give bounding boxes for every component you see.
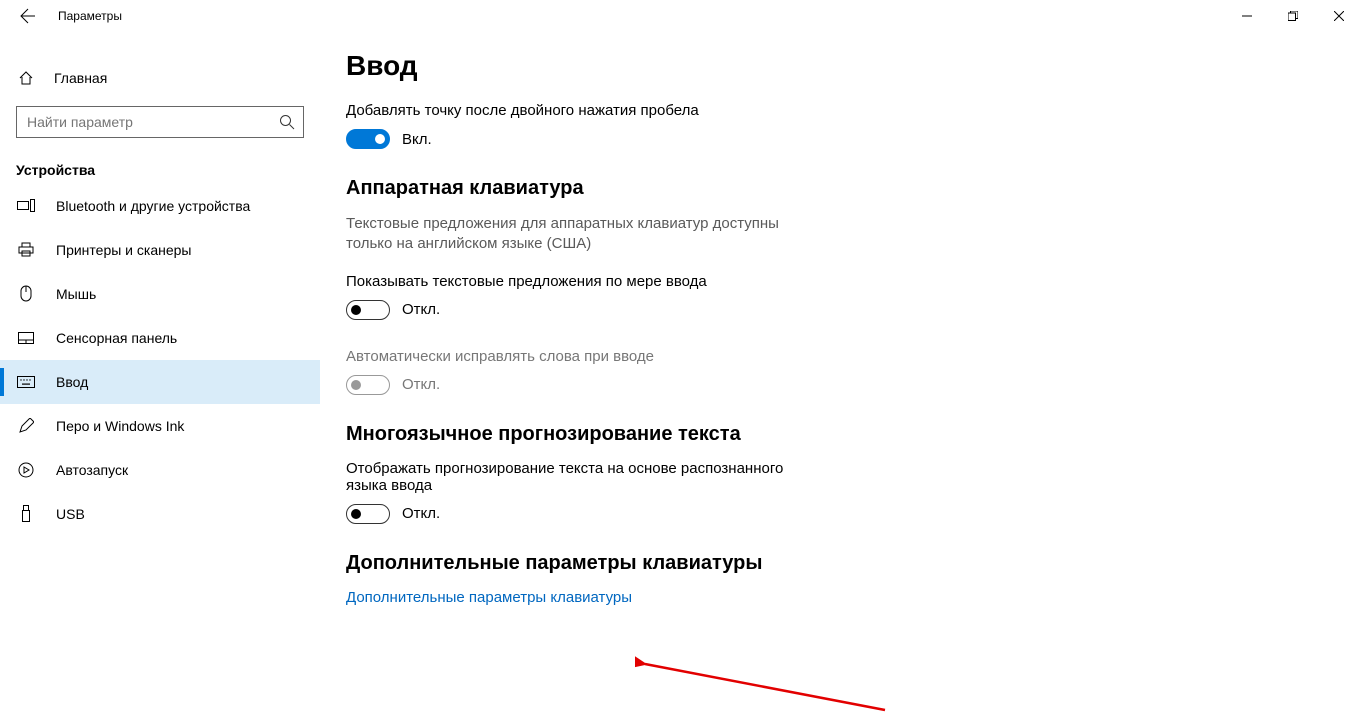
toggle-state: Откл.	[402, 505, 440, 522]
devices-icon	[16, 199, 36, 213]
titlebar: Параметры	[0, 0, 1362, 32]
text-suggestions-toggle[interactable]	[346, 300, 390, 320]
hardware-keyboard-header: Аппаратная клавиатура	[346, 177, 1362, 200]
sidebar-item-label: Сенсорная панель	[56, 330, 177, 346]
back-button[interactable]	[14, 8, 42, 24]
sidebar-item-mouse[interactable]: Мышь	[0, 272, 320, 316]
search-input[interactable]	[27, 114, 269, 130]
minimize-button[interactable]	[1224, 0, 1270, 32]
home-icon	[16, 70, 36, 86]
home-nav[interactable]: Главная	[0, 58, 320, 98]
double-space-period-label: Добавлять точку после двойного нажатия п…	[346, 102, 786, 119]
arrow-left-icon	[20, 8, 36, 24]
multilingual-toggle[interactable]	[346, 504, 390, 524]
multilingual-label: Отображать прогнозирование текста на осн…	[346, 460, 786, 494]
home-label: Главная	[54, 70, 107, 86]
double-space-period-toggle[interactable]	[346, 129, 390, 149]
sidebar-item-bluetooth[interactable]: Bluetooth и другие устройства	[0, 184, 320, 228]
page-title: Ввод	[346, 50, 1362, 82]
search-box[interactable]	[16, 106, 304, 138]
sidebar-item-autoplay[interactable]: Автозапуск	[0, 448, 320, 492]
autocorrect-label: Автоматически исправлять слова при вводе	[346, 348, 786, 365]
sidebar-item-label: USB	[56, 506, 85, 522]
advanced-keyboard-link[interactable]: Дополнительные параметры клавиатуры	[346, 589, 632, 606]
window-title: Параметры	[58, 9, 122, 23]
minimize-icon	[1242, 11, 1252, 21]
touchpad-icon	[16, 332, 36, 344]
sidebar-item-label: Bluetooth и другие устройства	[56, 198, 250, 214]
sidebar-item-printers[interactable]: Принтеры и сканеры	[0, 228, 320, 272]
sidebar-item-touchpad[interactable]: Сенсорная панель	[0, 316, 320, 360]
maximize-button[interactable]	[1270, 0, 1316, 32]
content: Ввод Добавлять точку после двойного нажа…	[320, 32, 1362, 726]
advanced-keyboard-header: Дополнительные параметры клавиатуры	[346, 552, 1362, 575]
hardware-keyboard-desc: Текстовые предложения для аппаратных кла…	[346, 214, 786, 255]
sidebar-item-pen[interactable]: Перо и Windows Ink	[0, 404, 320, 448]
window-controls	[1224, 0, 1362, 32]
toggle-state: Вкл.	[402, 131, 432, 148]
sidebar-item-typing[interactable]: Ввод	[0, 360, 320, 404]
pen-icon	[16, 418, 36, 434]
sidebar: Главная Устройства Bluetooth и другие ус…	[0, 32, 320, 726]
close-icon	[1334, 11, 1344, 21]
sidebar-item-usb[interactable]: USB	[0, 492, 320, 536]
toggle-state: Откл.	[402, 376, 440, 393]
sidebar-item-label: Мышь	[56, 286, 96, 302]
maximize-icon	[1288, 11, 1298, 21]
multilingual-header: Многоязычное прогнозирование текста	[346, 423, 1362, 446]
printer-icon	[16, 242, 36, 258]
autoplay-icon	[16, 462, 36, 478]
text-suggestions-label: Показывать текстовые предложения по мере…	[346, 273, 786, 290]
search-icon	[279, 114, 295, 135]
close-button[interactable]	[1316, 0, 1362, 32]
mouse-icon	[16, 285, 36, 303]
sidebar-item-label: Ввод	[56, 374, 88, 390]
category-header: Устройства	[0, 138, 320, 184]
sidebar-item-label: Перо и Windows Ink	[56, 418, 184, 434]
usb-icon	[16, 505, 36, 523]
sidebar-item-label: Принтеры и сканеры	[56, 242, 191, 258]
autocorrect-toggle	[346, 375, 390, 395]
toggle-state: Откл.	[402, 301, 440, 318]
keyboard-icon	[16, 376, 36, 388]
sidebar-item-label: Автозапуск	[56, 462, 128, 478]
